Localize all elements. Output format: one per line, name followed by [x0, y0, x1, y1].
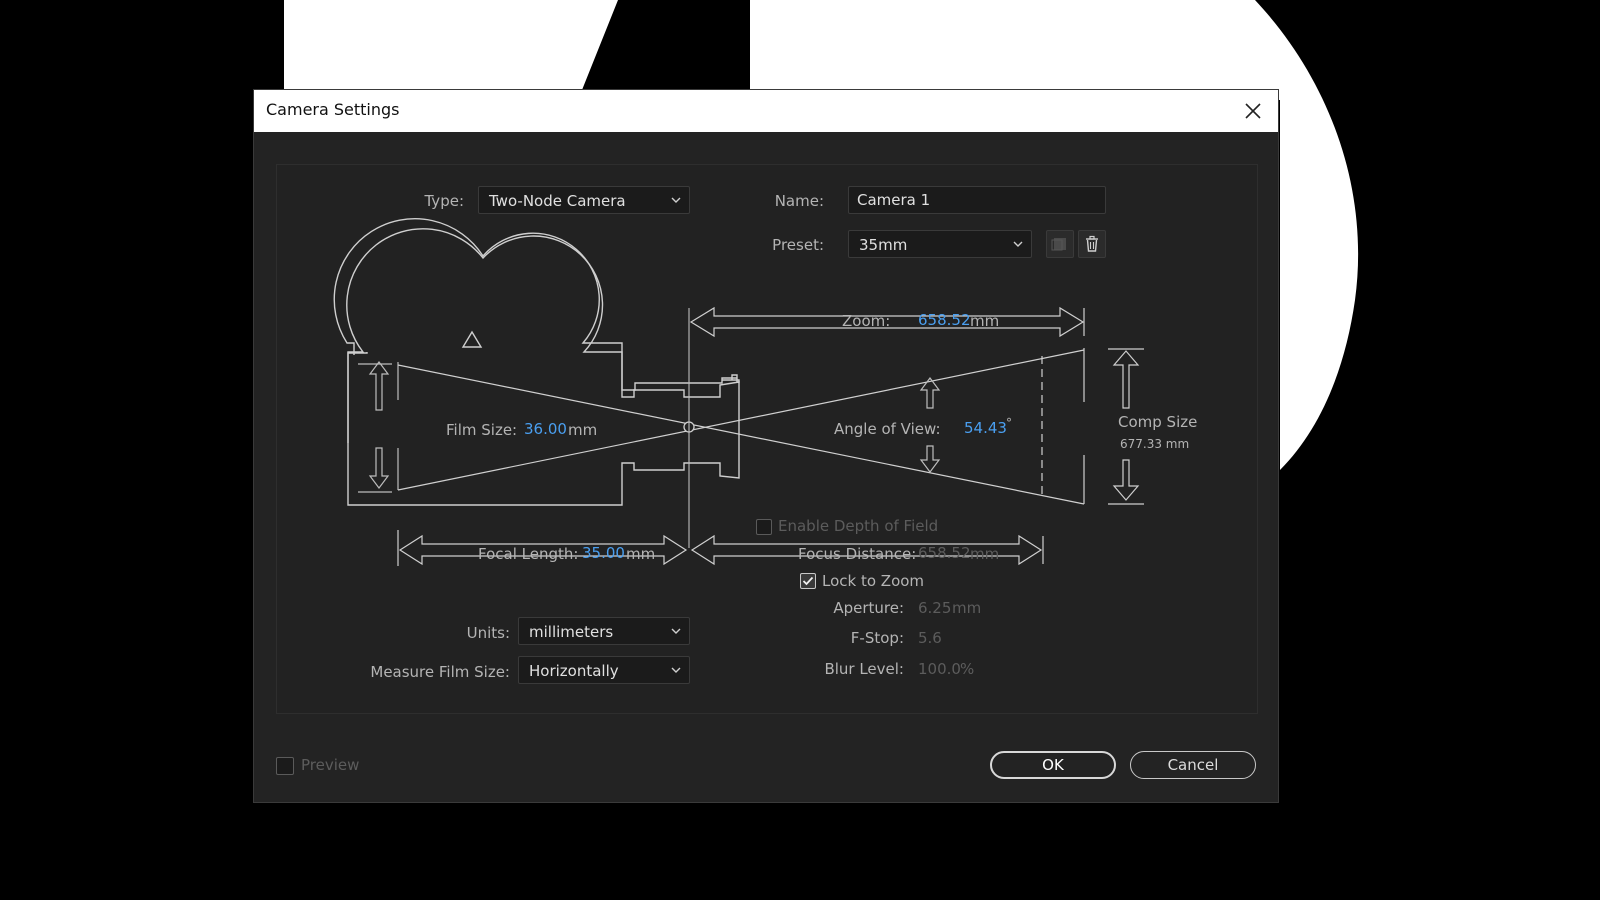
lock-to-zoom-checkbox[interactable] [800, 573, 816, 589]
blur-level-value: 100.0 [918, 660, 961, 678]
chevron-down-icon [671, 197, 681, 203]
blur-level-label: Blur Level: [824, 660, 904, 678]
angle-of-view-label: Angle of View: [834, 420, 941, 438]
cancel-button[interactable]: Cancel [1130, 751, 1256, 779]
delete-preset-button[interactable] [1078, 230, 1106, 258]
film-size-value[interactable]: 36.00 [524, 420, 567, 438]
camera-body-outline [333, 218, 740, 391]
checkmark-icon [802, 576, 814, 586]
measure-film-size-select[interactable]: Horizontally [518, 656, 690, 684]
type-value: Two-Node Camera [489, 192, 626, 210]
save-preset-icon [1051, 238, 1066, 251]
preset-label: Preset: [772, 236, 824, 254]
measure-film-size-label: Measure Film Size: [370, 663, 510, 681]
comp-down-arrow [1112, 459, 1140, 501]
angle-of-view-unit: ° [1006, 416, 1012, 430]
lock-to-zoom-label: Lock to Zoom [822, 572, 925, 590]
depth-of-field-label: Enable Depth of Field [778, 517, 939, 535]
focal-length-unit: mm [626, 545, 656, 563]
film-down-arrow [368, 447, 390, 489]
blur-level-unit: % [960, 660, 975, 678]
chevron-down-icon [671, 667, 681, 673]
ok-button[interactable]: OK [990, 751, 1116, 779]
focal-length-value[interactable]: 35.00 [582, 544, 625, 562]
units-value: millimeters [529, 623, 614, 641]
focus-distance-unit: mm [970, 545, 1000, 563]
name-input[interactable] [848, 186, 1106, 214]
aperture-label: Aperture: [833, 599, 904, 617]
focal-length-label: Focal Length: [478, 545, 579, 563]
camera-outline [347, 352, 368, 443]
comp-up-arrow [1112, 350, 1140, 409]
preset-value: 35mm [859, 236, 908, 254]
focus-distance-value: 658.52 [918, 544, 971, 562]
zoom-label: Zoom: [842, 312, 891, 330]
zoom-value[interactable]: 658.52 [918, 311, 971, 329]
type-label: Type: [424, 192, 464, 210]
aperture-unit: mm [952, 599, 982, 617]
chevron-down-icon [671, 628, 681, 634]
trash-icon [1086, 235, 1098, 252]
angle-down-arrow [919, 445, 941, 473]
units-label: Units: [466, 624, 510, 642]
save-preset-button[interactable] [1046, 230, 1074, 258]
comp-size-label: Comp Size [1118, 413, 1198, 431]
film-size-unit: mm [568, 421, 598, 439]
focus-distance-label: Focus Distance: [798, 545, 917, 563]
preview-checkbox[interactable] [276, 757, 294, 775]
film-up-arrow [368, 361, 390, 411]
preset-select[interactable]: 35mm [848, 230, 1032, 258]
camera-settings-dialog: Camera Settings Type: Two-Node Camera Na… [254, 90, 1278, 802]
angle-of-view-value[interactable]: 54.43 [964, 419, 1007, 437]
name-label: Name: [774, 192, 824, 210]
comp-size-value: 677.33 mm [1120, 437, 1190, 451]
aperture-value: 6.25 [918, 599, 952, 617]
viewfinder-triangle [461, 330, 483, 348]
preview-label: Preview [301, 756, 360, 774]
f-stop-label: F-Stop: [850, 629, 904, 647]
type-select[interactable]: Two-Node Camera [478, 186, 690, 214]
chevron-down-icon [1013, 241, 1023, 247]
film-size-label: Film Size: [446, 421, 518, 439]
f-stop-value: 5.6 [918, 629, 942, 647]
zoom-unit: mm [970, 312, 1000, 330]
measure-film-size-value: Horizontally [529, 662, 619, 680]
depth-of-field-checkbox[interactable] [756, 519, 772, 535]
units-select[interactable]: millimeters [518, 617, 690, 645]
